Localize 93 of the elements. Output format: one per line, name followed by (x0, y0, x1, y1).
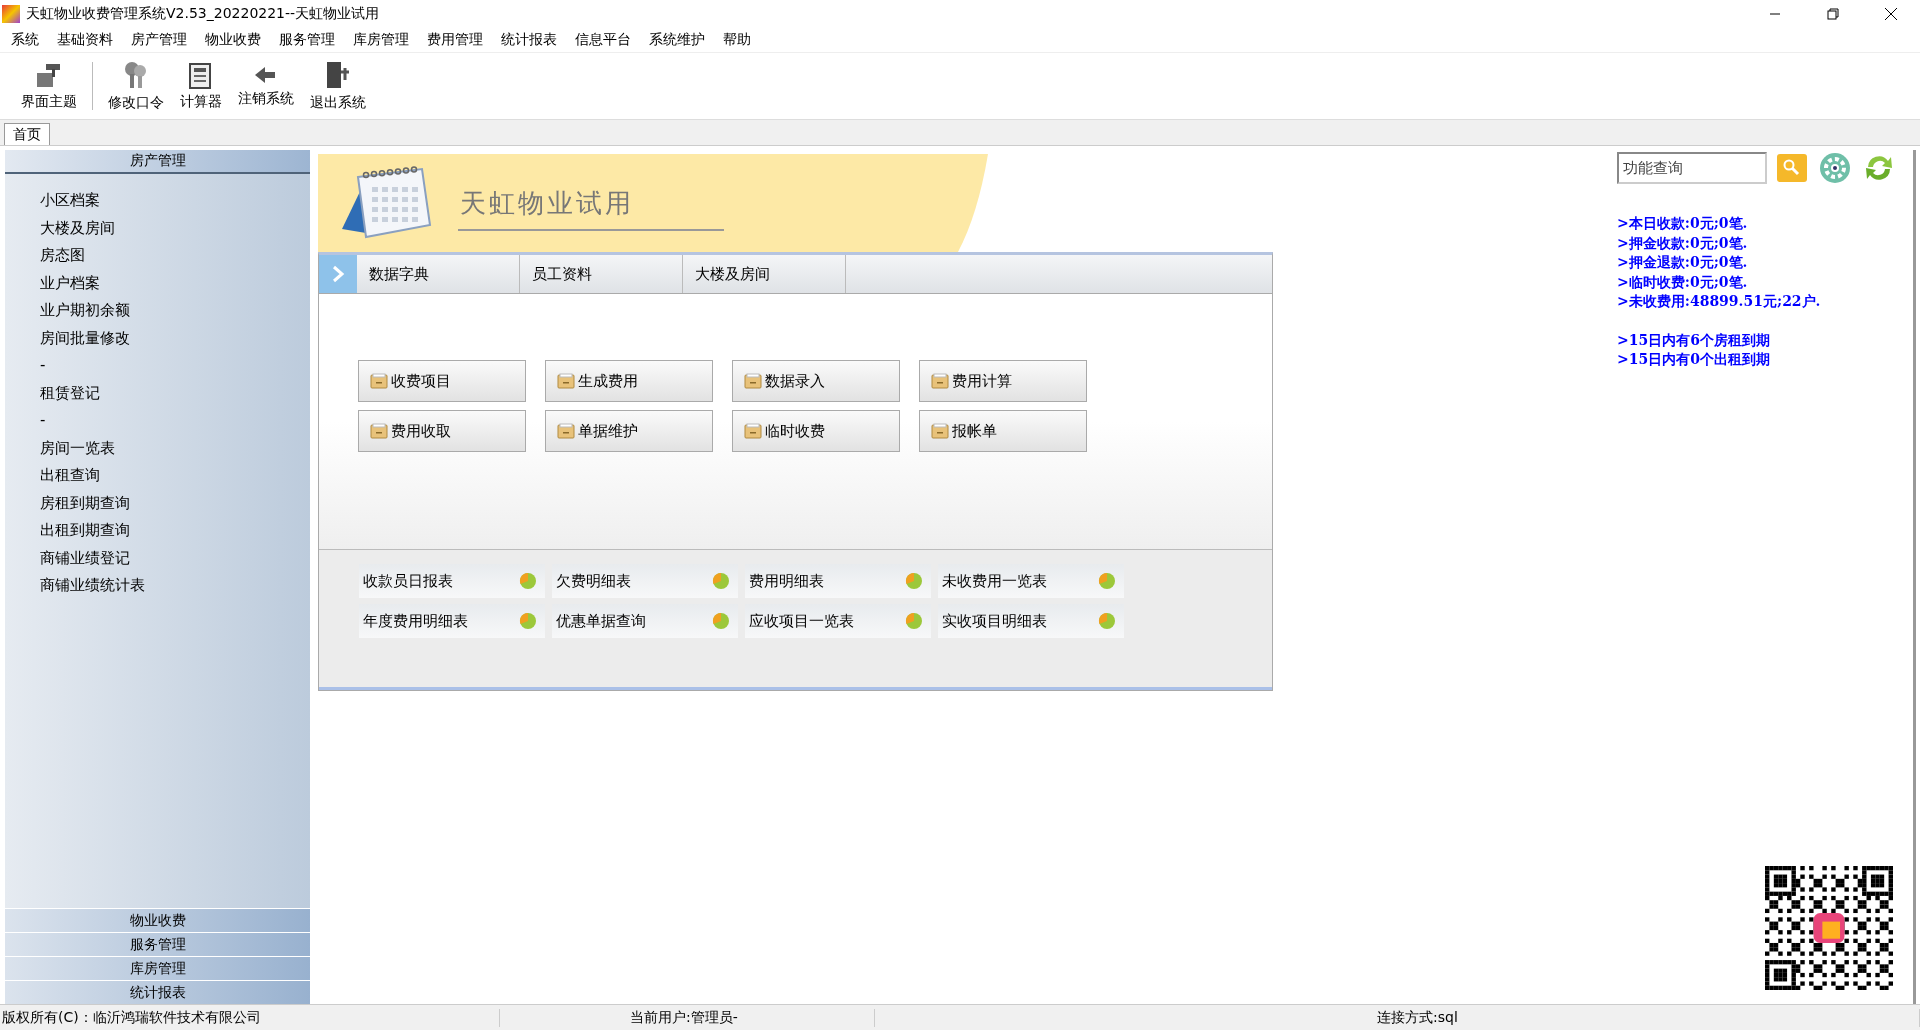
sidebar-item[interactable]: 出租到期查询 (40, 520, 130, 541)
folder-icon (557, 423, 575, 439)
pie-chart-icon (905, 572, 923, 590)
report-link[interactable]: 费用明细表 (745, 564, 931, 598)
app-logo-icon (2, 5, 20, 23)
restore-icon (1827, 8, 1839, 20)
report-link[interactable]: 欠费明细表 (552, 564, 738, 598)
alert-line: >15日内有6个房租到期 (1617, 330, 1771, 350)
tab[interactable]: 首页 (4, 123, 50, 145)
sidebar-item[interactable]: 商铺业绩登记 (40, 547, 130, 569)
pie-chart-icon (519, 572, 537, 590)
pie-chart-icon (519, 612, 537, 630)
copyright-text: 版权所有(C)：临沂鸿瑞软件技术有限公司 (0, 1008, 500, 1027)
sidebar-item[interactable]: 房间批量修改 (40, 327, 130, 349)
report-link[interactable]: 收款员日报表 (359, 564, 545, 598)
menu-item[interactable]: 帮助 (716, 31, 758, 49)
sidebar-item[interactable]: 房租到期查询 (40, 492, 130, 514)
toolbar-button[interactable]: 界面主题 (16, 59, 82, 113)
info-line: >本日收款:0元;0笔. (1617, 214, 1749, 233)
menu-item[interactable]: 库房管理 (346, 31, 416, 49)
report-link[interactable]: 年度费用明细表 (359, 604, 545, 638)
sidebar-item[interactable]: 房间一览表 (40, 437, 115, 459)
info-line: >未收费用:48899.51元;22户. (1617, 292, 1822, 311)
pie-chart-icon (712, 572, 730, 590)
close-icon (1884, 7, 1898, 21)
sidebar-item[interactable]: - (40, 355, 46, 376)
sidebar-item[interactable]: 房态图 (40, 245, 85, 266)
menu-item[interactable]: 统计报表 (494, 31, 564, 49)
sidebar-item[interactable]: - (40, 410, 46, 431)
sidebar-item[interactable]: 业户档案 (40, 272, 100, 294)
menu-item[interactable]: 物业收费 (198, 31, 268, 49)
menu-item[interactable]: 基础资料 (50, 31, 120, 49)
menu-item[interactable]: 服务管理 (272, 31, 342, 49)
folder-icon (744, 373, 762, 389)
sidebar-section-header[interactable]: 统计报表 (5, 980, 310, 1004)
search-button[interactable] (1777, 154, 1807, 182)
sidebar-item[interactable]: 出租查询 (40, 465, 100, 486)
pie-chart-icon (1098, 572, 1116, 590)
toolbar-button[interactable]: 修改口令 (103, 58, 169, 114)
toolbar-button[interactable]: 计算器 (175, 59, 227, 113)
current-user-text: 当前用户:管理员- (500, 1008, 875, 1027)
sidebar-item[interactable]: 商铺业绩统计表 (40, 575, 145, 596)
function-button[interactable]: 数据录入 (732, 360, 900, 402)
folder-icon (931, 423, 949, 439)
alert-line: >15日内有0个出租到期 (1617, 350, 1771, 369)
nav-tab[interactable]: 大楼及房间 (683, 255, 846, 293)
sidebar-item[interactable]: 业户期初余额 (40, 300, 130, 321)
function-button[interactable]: 临时收费 (732, 410, 900, 452)
function-button[interactable]: 生成费用 (545, 360, 713, 402)
report-link[interactable]: 优惠单据查询 (552, 604, 738, 638)
menu-item[interactable]: 房产管理 (124, 31, 194, 49)
nav-tab[interactable]: 员工资料 (520, 255, 683, 293)
window-title: 天虹物业收费管理系统V2.53_20220221--天虹物业试用 (26, 5, 381, 23)
menu-item[interactable]: 系统维护 (642, 31, 712, 49)
refresh-button[interactable] (1863, 153, 1895, 183)
folder-icon (370, 423, 388, 439)
menu-item[interactable]: 系统 (4, 31, 46, 49)
function-button[interactable]: 费用收取 (358, 410, 526, 452)
sidebar-section-header[interactable]: 库房管理 (5, 956, 310, 980)
info-line: >押金退款:0元;0笔. (1617, 253, 1749, 272)
nav-tab[interactable]: 数据字典 (357, 255, 520, 293)
folder-icon (557, 373, 575, 389)
function-button[interactable]: 费用计算 (919, 360, 1087, 402)
calculator-icon (188, 61, 214, 89)
sidebar-header[interactable]: 房产管理 (5, 150, 310, 174)
sidebar-section-header[interactable]: 物业收费 (5, 908, 310, 932)
function-button[interactable]: 单据维护 (545, 410, 713, 452)
connection-text: 连接方式:sql (1375, 1008, 1920, 1027)
menu-item[interactable]: 费用管理 (420, 31, 490, 49)
function-button[interactable]: 收费项目 (358, 360, 526, 402)
info-line: >押金收款:0元;0笔. (1617, 233, 1749, 253)
sidebar-item[interactable]: 小区档案 (40, 190, 100, 211)
sidebar-item[interactable]: 租赁登记 (40, 382, 100, 404)
pie-chart-icon (712, 612, 730, 630)
function-button[interactable]: 报帐单 (919, 410, 1087, 452)
sidebar-item[interactable]: 大楼及房间 (40, 217, 115, 239)
sidebar-section-header[interactable]: 服务管理 (5, 932, 310, 956)
toolbar-button[interactable]: 退出系统 (305, 58, 371, 114)
settings-button[interactable] (1817, 152, 1853, 184)
pie-chart-icon (1098, 612, 1116, 630)
menu-item[interactable]: 信息平台 (568, 31, 638, 49)
folder-icon (370, 373, 388, 389)
toolbar-button[interactable]: 注销系统 (233, 62, 299, 110)
pie-chart-icon (905, 612, 923, 630)
folder-icon (744, 423, 762, 439)
search-field[interactable]: 功能查询 (1617, 152, 1767, 184)
door-icon (324, 60, 352, 90)
report-link[interactable]: 应收项目一览表 (745, 604, 931, 638)
report-link[interactable]: 实收项目明细表 (938, 604, 1124, 638)
folder-icon (931, 373, 949, 389)
banner-title: 天虹物业试用 (458, 185, 724, 231)
report-link[interactable]: 未收费用一览表 (938, 564, 1124, 598)
info-line: >临时收费:0元;0笔. (1617, 272, 1749, 292)
